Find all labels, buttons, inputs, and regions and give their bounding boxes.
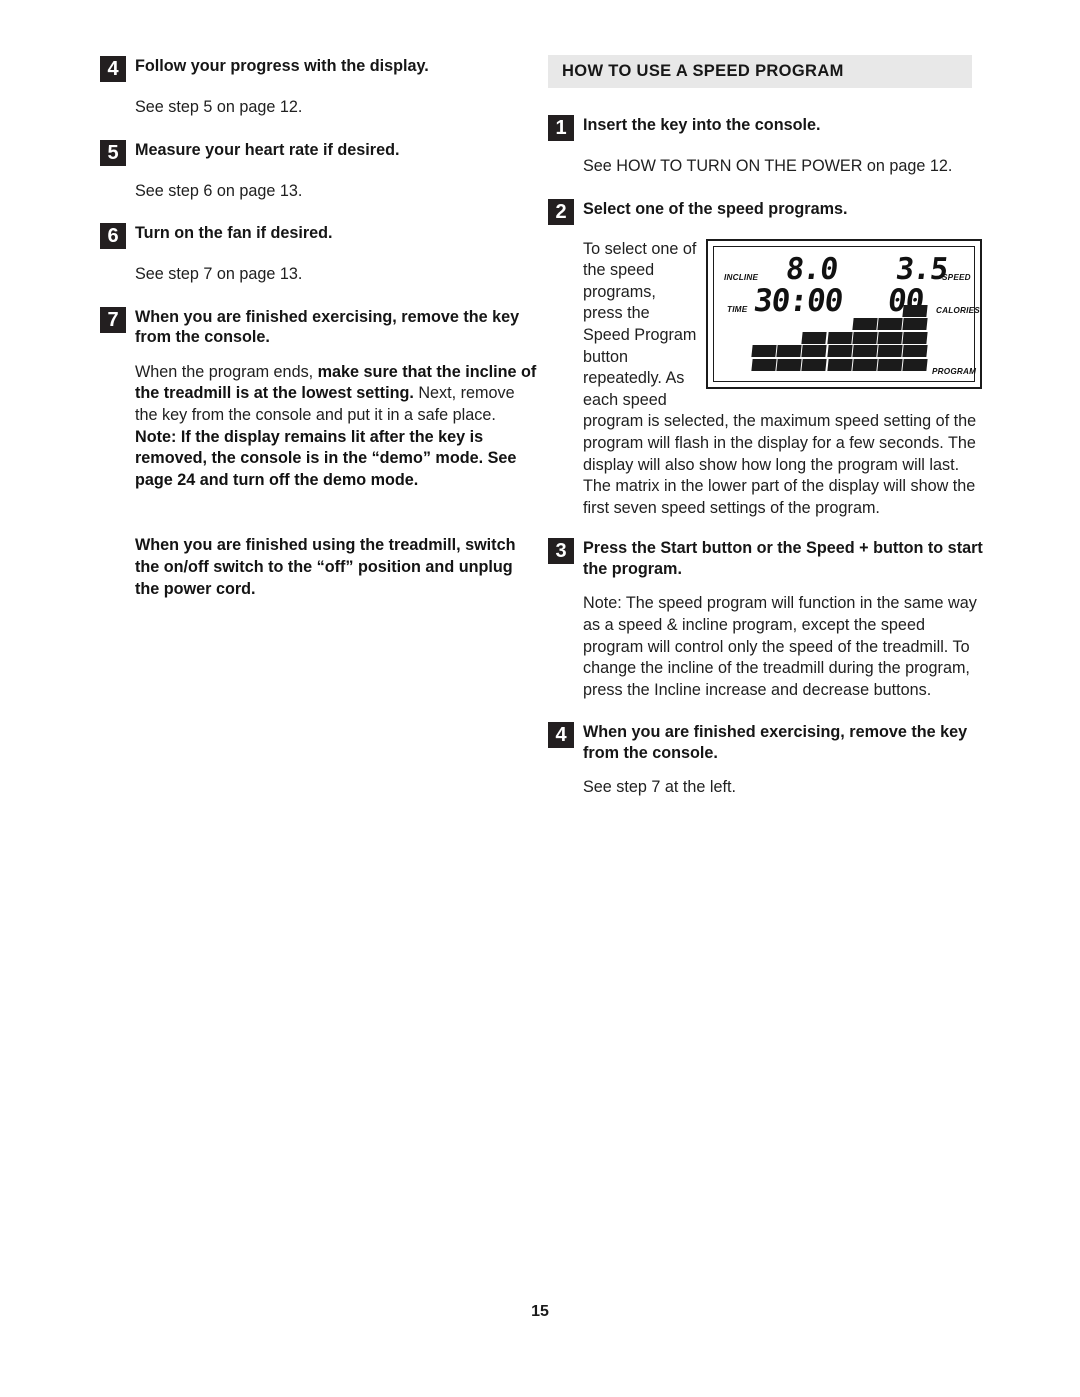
speed-label: SPEED: [942, 272, 971, 282]
matrix-cell: [902, 318, 928, 331]
matrix-cell: [826, 359, 853, 371]
incline-value: 8.0: [783, 251, 840, 287]
matrix-cell: [877, 359, 903, 371]
step-4-body: See step 5 on page 12.: [135, 98, 303, 116]
step-title: When you are finished exercising, remove…: [583, 723, 968, 762]
para1-part1: When the program ends,: [135, 362, 318, 381]
matrix-column: [776, 345, 802, 372]
speed-step-2: 2 Select one of the speed programs.: [548, 198, 986, 226]
time-label: TIME: [727, 304, 748, 314]
left-column: 4 Follow your progress with the display.…: [100, 55, 538, 620]
step-6: 6 Turn on the fan if desired.: [100, 222, 538, 250]
manual-page: 4 Follow your progress with the display.…: [0, 0, 1080, 1397]
matrix-column: [877, 318, 903, 372]
matrix-cell: [852, 331, 878, 344]
matrix-cell: [877, 345, 903, 358]
step-7-paragraph-2: When you are finished using the treadmil…: [135, 536, 516, 598]
speed-step-4-body: See step 7 at the left.: [583, 778, 736, 797]
matrix-cell: [801, 359, 828, 371]
step-number-badge: 5: [100, 139, 126, 166]
console-outer-frame: INCLINE 8.0 3.5 SPEED TIME 30:00 00 CALO…: [706, 238, 982, 389]
matrix-cell: [852, 345, 878, 358]
step-title: Press the Start button or the Speed + bu…: [583, 539, 983, 578]
speed-step-2-body-with-figure: INCLINE 8.0 3.5 SPEED TIME 30:00 00 CALO…: [583, 238, 986, 520]
matrix-cell: [801, 345, 828, 358]
matrix-cell: [751, 359, 777, 371]
right-column: HOW TO USE A SPEED PROGRAM 1 Insert the …: [548, 55, 986, 819]
calories-label: CALORIES: [936, 305, 980, 315]
matrix-cell: [877, 331, 903, 344]
step-number-badge: 1: [548, 115, 574, 141]
matrix-cell: [826, 331, 853, 344]
speed-step-3-body: Note: The speed program will function in…: [583, 594, 977, 699]
step-6-body: See step 7 on page 13.: [135, 265, 303, 284]
program-bar-matrix: [751, 295, 928, 373]
console-inner-frame: INCLINE 8.0 3.5 SPEED TIME 30:00 00 CALO…: [713, 245, 980, 382]
speed-step-3: 3 Press the Start button or the Speed + …: [548, 537, 986, 579]
matrix-cell: [877, 318, 903, 331]
matrix-column: [852, 318, 878, 372]
page-number: 15: [531, 1303, 549, 1320]
matrix-column: [801, 331, 828, 373]
step-number-badge: 3: [548, 538, 574, 565]
matrix-cell: [751, 345, 777, 358]
matrix-column: [826, 331, 853, 373]
matrix-cell: [801, 331, 828, 344]
figure-bottom-spacer: [548, 519, 986, 537]
matrix-cell: [902, 359, 928, 371]
para1-part4-bold: Note: If the display remains lit after t…: [135, 427, 517, 489]
console-display-figure: INCLINE 8.0 3.5 SPEED TIME 30:00 00 CALO…: [706, 238, 986, 389]
matrix-cell: [826, 345, 853, 358]
matrix-cell: [902, 345, 928, 358]
matrix-cell: [902, 331, 928, 344]
matrix-cell: [776, 359, 802, 371]
speed-step-1: 1 Insert the key into the console.: [548, 114, 986, 142]
incline-label: INCLINE: [724, 272, 759, 282]
lcd-screen: INCLINE 8.0 3.5 SPEED TIME 30:00 00 CALO…: [714, 247, 980, 381]
matrix-cell: [902, 304, 928, 317]
matrix-cell: [852, 359, 878, 371]
step-number-badge: 4: [100, 56, 126, 82]
step-number-badge: 4: [548, 722, 574, 749]
step-7-paragraph-1: When the program ends, make sure that th…: [135, 362, 538, 492]
section-header-bar: HOW TO USE A SPEED PROGRAM: [548, 55, 972, 88]
speed-step-1-body: See HOW TO TURN ON THE POWER on page 12.: [583, 157, 953, 175]
section-title: HOW TO USE A SPEED PROGRAM: [562, 62, 844, 80]
step-4: 4 Follow your progress with the display.: [100, 55, 538, 83]
matrix-cell: [776, 345, 802, 358]
speed-value: 3.5: [893, 251, 950, 287]
matrix-column: [902, 304, 928, 373]
program-label: PROGRAM: [932, 366, 977, 376]
step-title: Turn on the fan if desired.: [135, 224, 333, 243]
step-title: Measure your heart rate if desired.: [135, 140, 400, 159]
step-number-badge: 2: [548, 198, 574, 225]
step-title: Select one of the speed programs.: [583, 199, 848, 218]
step-title: When you are finished exercising, remove…: [135, 307, 520, 347]
step-number-badge: 7: [100, 306, 126, 333]
step-number-badge: 6: [100, 223, 126, 250]
step-5: 5 Measure your heart rate if desired.: [100, 139, 538, 167]
speed-step-4: 4 When you are finished exercising, remo…: [548, 721, 986, 763]
step-title: Follow your progress with the display.: [135, 57, 429, 75]
step-title: Insert the key into the console.: [583, 116, 821, 134]
matrix-column: [751, 345, 777, 372]
step-7: 7 When you are finished exercising, remo…: [100, 306, 538, 348]
matrix-cell: [852, 318, 878, 331]
step-5-body: See step 6 on page 13.: [135, 181, 303, 200]
